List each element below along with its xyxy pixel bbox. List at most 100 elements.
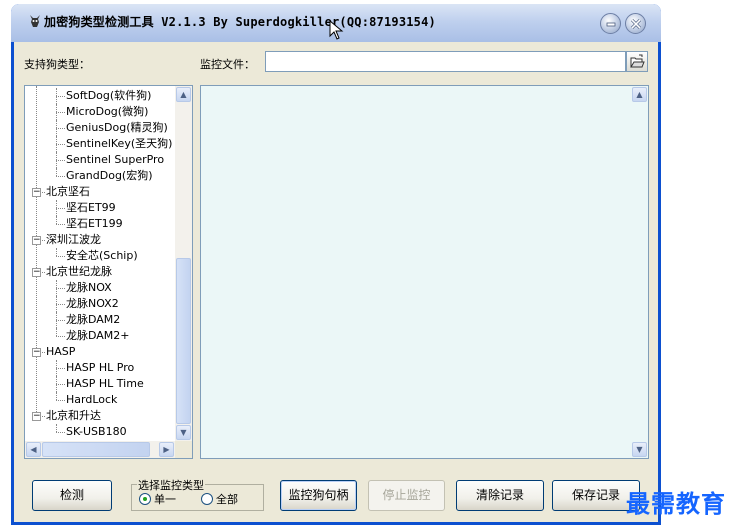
radio-all[interactable] (201, 493, 213, 505)
client-area: 支持狗类型： 监控文件： SoftDog(软件狗) MicroDog(微狗) Gen… (14, 42, 658, 522)
tree-branch-line (56, 288, 65, 289)
tree-child-line (56, 136, 57, 152)
window-title: 加密狗类型检测工具 V2.1.3 By Superdogkiller(QQ:87… (44, 15, 436, 29)
tree-child-line (56, 328, 57, 336)
monitor-file-label: 监控文件： (200, 58, 255, 71)
tree-item[interactable]: GrandDog(宏狗) (66, 168, 153, 184)
tree-child-line (56, 280, 57, 296)
tree-child-line (56, 248, 57, 256)
tree-branch-line (56, 368, 65, 369)
tree-group-item[interactable]: 北京坚石 (46, 184, 90, 200)
tree-item[interactable]: HASP HL Time (66, 376, 144, 392)
tree-vertical-scrollbar[interactable]: ▲ ▼ (175, 86, 192, 441)
tree-child-line (56, 88, 57, 104)
tree-group-item[interactable]: 北京世纪龙脉 (46, 264, 112, 280)
tree-branch-line (56, 144, 65, 145)
watermark-text: 最需教育 (626, 489, 726, 518)
tree-child-line (56, 360, 57, 376)
monitor-log-area[interactable]: ▲ ▼ (200, 85, 649, 459)
scroll-corner (175, 441, 192, 458)
tree-horizontal-scrollbar[interactable]: ◀ ▶ (25, 441, 175, 458)
stop-monitor-button[interactable]: 停止监控 (368, 480, 445, 511)
browse-button[interactable] (626, 51, 648, 72)
tree-item[interactable]: 坚石ET199 (66, 216, 123, 232)
log-scroll-up-icon[interactable]: ▲ (632, 87, 647, 102)
tree-branch-line (56, 224, 65, 225)
tree-item[interactable]: MicroDog(微狗) (66, 104, 148, 120)
tree-item[interactable]: SoftDog(软件狗) (66, 88, 151, 104)
collapse-icon[interactable]: − (32, 348, 41, 357)
hscroll-thumb[interactable] (42, 442, 150, 457)
scroll-up-icon[interactable]: ▲ (176, 87, 191, 102)
open-folder-icon (630, 54, 645, 68)
scroll-left-icon[interactable]: ◀ (26, 442, 41, 457)
tree-branch-line (56, 256, 65, 257)
tree-branch-line (56, 384, 65, 385)
tree-child-line (56, 168, 57, 176)
collapse-icon[interactable]: − (32, 188, 41, 197)
radio-single[interactable] (139, 493, 151, 505)
scroll-right-icon[interactable]: ▶ (159, 442, 174, 457)
close-button[interactable] (625, 13, 646, 34)
tree-child-line (56, 376, 57, 392)
tree-item[interactable]: GeniusDog(精灵狗) (66, 120, 168, 136)
scroll-thumb[interactable] (176, 258, 191, 424)
tree-item[interactable]: HASP HL Pro (66, 360, 134, 376)
tree-branch-line (56, 320, 65, 321)
tree-child-line (56, 152, 57, 168)
tree-group-item[interactable]: HASP (46, 344, 75, 360)
tree-group-item[interactable]: 北京和升达 (46, 408, 101, 424)
tree-branch-line (56, 128, 65, 129)
tree-item[interactable]: SentinelKey(圣天狗) (66, 136, 172, 152)
dongle-type-tree[interactable]: SoftDog(软件狗) MicroDog(微狗) GeniusDog(精灵狗) Se… (24, 85, 193, 459)
dog-app-icon (30, 15, 40, 27)
log-scroll-down-icon[interactable]: ▼ (632, 442, 647, 457)
tree-child-line (56, 216, 57, 224)
radio-all-label[interactable]: 全部 (216, 491, 238, 507)
clear-log-button[interactable]: 清除记录 (456, 480, 544, 511)
tree-item[interactable]: 龙脉NOX (66, 280, 112, 296)
radio-single-label[interactable]: 单一 (154, 491, 176, 507)
collapse-icon[interactable]: − (32, 268, 41, 277)
supported-types-label: 支持狗类型： (24, 58, 90, 71)
tree-branch-line (56, 208, 65, 209)
close-icon (630, 18, 642, 30)
tree-item[interactable]: HardLock (66, 392, 117, 408)
main-window: 加密狗类型检测工具 V2.1.3 By Superdogkiller(QQ:87… (11, 4, 661, 525)
tree-child-line (56, 120, 57, 136)
scroll-down-icon[interactable]: ▼ (176, 425, 191, 440)
monitor-type-group: 选择监控类型 单一 全部 (131, 477, 264, 511)
monitor-handle-button[interactable]: 监控狗句柄 (280, 480, 357, 511)
collapse-icon[interactable]: − (32, 236, 41, 245)
collapse-icon[interactable]: − (32, 412, 41, 421)
tree-item[interactable]: 龙脉DAM2+ (66, 328, 130, 344)
monitor-file-input[interactable] (265, 51, 626, 72)
tree-branch-line (56, 336, 65, 337)
tree-root-line (36, 86, 37, 416)
tree-child-line (56, 392, 57, 400)
tree-child-line (56, 200, 57, 216)
tree-branch-line (56, 160, 65, 161)
tree-branch-line (56, 400, 65, 401)
tree-child-line (56, 312, 57, 328)
tree-branch-line (56, 304, 65, 305)
tree-item[interactable]: SK-USB180 (66, 424, 127, 440)
tree-item[interactable]: Sentinel SuperPro (66, 152, 164, 168)
tree-branch-line (56, 176, 65, 177)
tree-branch-line (56, 96, 65, 97)
tree-child-line (56, 296, 57, 312)
mouse-cursor-icon (329, 20, 344, 40)
tree-item[interactable]: 安全芯(Schip) (66, 248, 138, 264)
tree-group-item[interactable]: 深圳江波龙 (46, 232, 101, 248)
tree-child-line (56, 424, 57, 432)
tree-branch-line (56, 112, 65, 113)
tree-item[interactable]: 龙脉NOX2 (66, 296, 119, 312)
minimize-button[interactable] (600, 13, 621, 34)
tree-item[interactable]: 坚石ET99 (66, 200, 116, 216)
title-bar[interactable]: 加密狗类型检测工具 V2.1.3 By Superdogkiller(QQ:87… (11, 4, 661, 42)
detect-button[interactable]: 检测 (32, 480, 112, 511)
tree-branch-line (56, 432, 65, 433)
minimize-icon (606, 22, 616, 27)
tree-child-line (56, 104, 57, 120)
tree-item[interactable]: 龙脉DAM2 (66, 312, 120, 328)
